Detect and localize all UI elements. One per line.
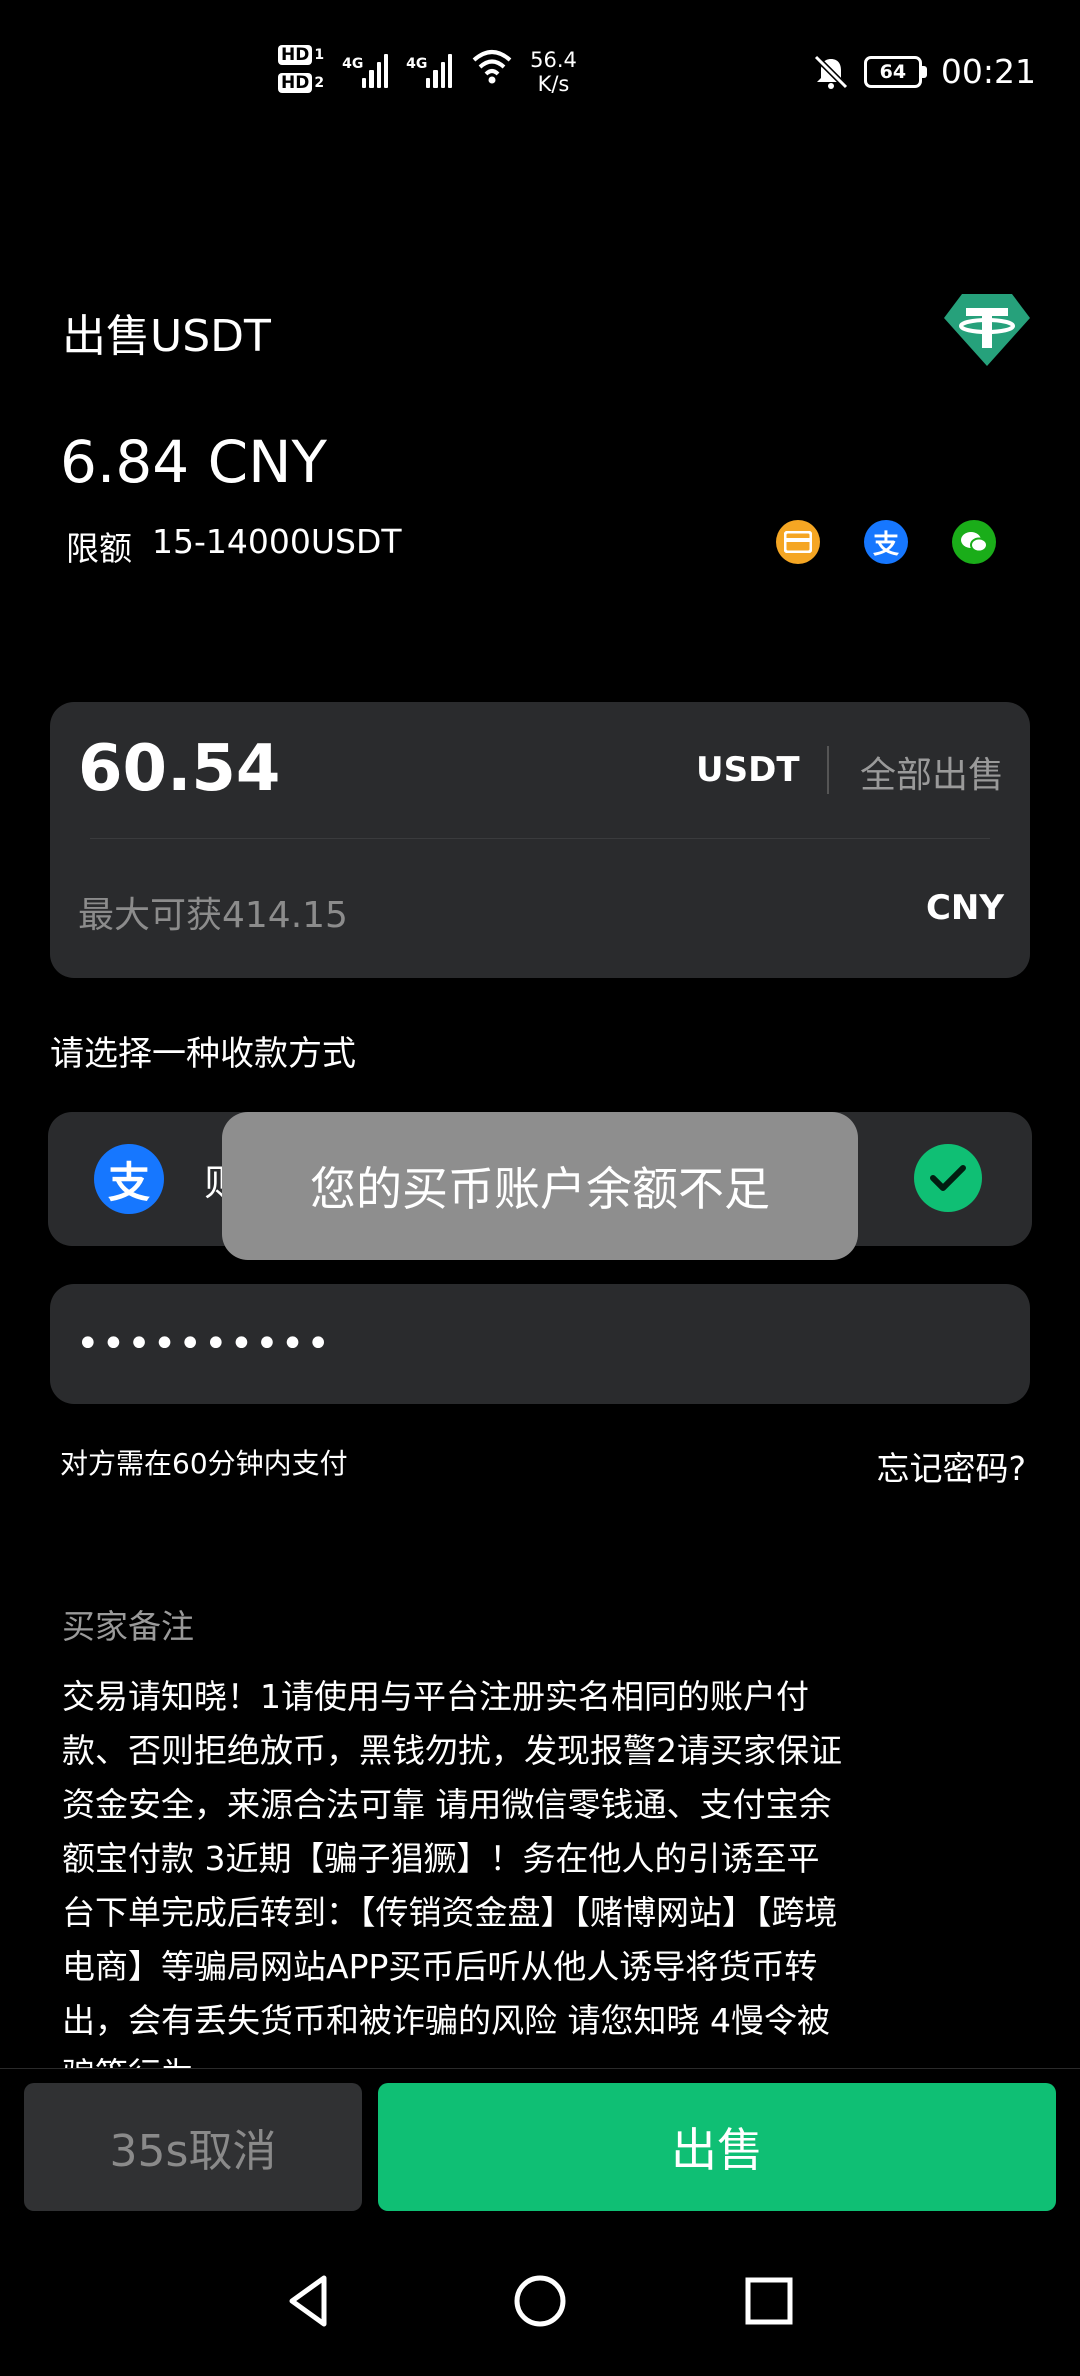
payment-time-hint: 对方需在60分钟内支付 [60, 1447, 348, 1480]
signal-2-icon: 4G [406, 44, 453, 88]
limit-info: 限额 15-14000USDT [66, 522, 402, 570]
wechat-pay-icon [952, 520, 996, 564]
network-speed: 56.4 K/s [530, 48, 577, 96]
unit-price: 6.84 CNY [60, 428, 327, 496]
divider [827, 746, 829, 794]
amount-card[interactable]: 60.54 USDT 全部出售 最大可获414.15 CNY [50, 702, 1030, 978]
forgot-password-link[interactable]: 忘记密码? [876, 1442, 1026, 1490]
payment-icons: 支 [776, 520, 996, 564]
hd-indicators: HD 1 HD 2 [278, 44, 324, 94]
status-right: 64 00:21 [812, 52, 1036, 91]
alipay-icon: 支 [864, 520, 908, 564]
payment-method-label: 请选择一种收款方式 [50, 1034, 356, 1074]
sell-button[interactable]: 出售 [378, 2083, 1056, 2211]
limit-value: 15-14000USDT [152, 522, 402, 561]
battery-icon: 64 [863, 55, 927, 88]
amount-unit: USDT [696, 750, 800, 790]
wifi-icon [472, 50, 512, 84]
buyer-remark-text: 交易请知晓！1请使用与平台注册实名相同的账户付款、否则拒绝放币，黑钱勿扰，发现报… [62, 1677, 842, 2070]
alipay-icon: 支 [94, 1144, 164, 1214]
cancel-button[interactable]: 35s取消 [24, 2083, 362, 2211]
fund-password-input[interactable] [50, 1284, 1030, 1404]
tether-logo-icon [944, 294, 1030, 366]
hd-indicator-2: HD 2 [278, 72, 324, 94]
limit-label: 限额 [66, 529, 132, 568]
bank-card-icon [776, 520, 820, 564]
system-nav-bar [0, 2250, 1080, 2376]
status-bar: HD 1 HD 2 4G 4G 56.4 K/s 64 00:21 [0, 0, 1080, 150]
fiat-unit: CNY [925, 888, 1004, 928]
divider [90, 838, 990, 839]
action-bar: 35s取消 出售 [0, 2068, 1080, 2218]
buyer-remark-title: 买家备注 [62, 1607, 194, 1646]
home-icon[interactable] [505, 2266, 575, 2336]
hd-indicator-1: HD 1 [278, 44, 324, 66]
clock: 00:21 [940, 52, 1036, 91]
bell-muted-icon [813, 54, 849, 89]
toast-message: 您的买币账户余额不足 [222, 1112, 858, 1260]
max-receivable: 最大可获414.15 [78, 895, 348, 936]
status-left: HD 1 HD 2 4G 4G 56.4 K/s [278, 44, 577, 96]
sell-all-button[interactable]: 全部出售 [860, 746, 1004, 798]
page-title: 出售USDT [62, 311, 271, 362]
amount-input[interactable]: 60.54 [78, 732, 280, 806]
recents-icon[interactable] [734, 2266, 804, 2336]
signal-1-icon: 4G [342, 44, 389, 88]
checkmark-icon [914, 1144, 982, 1212]
back-icon[interactable] [274, 2266, 344, 2336]
